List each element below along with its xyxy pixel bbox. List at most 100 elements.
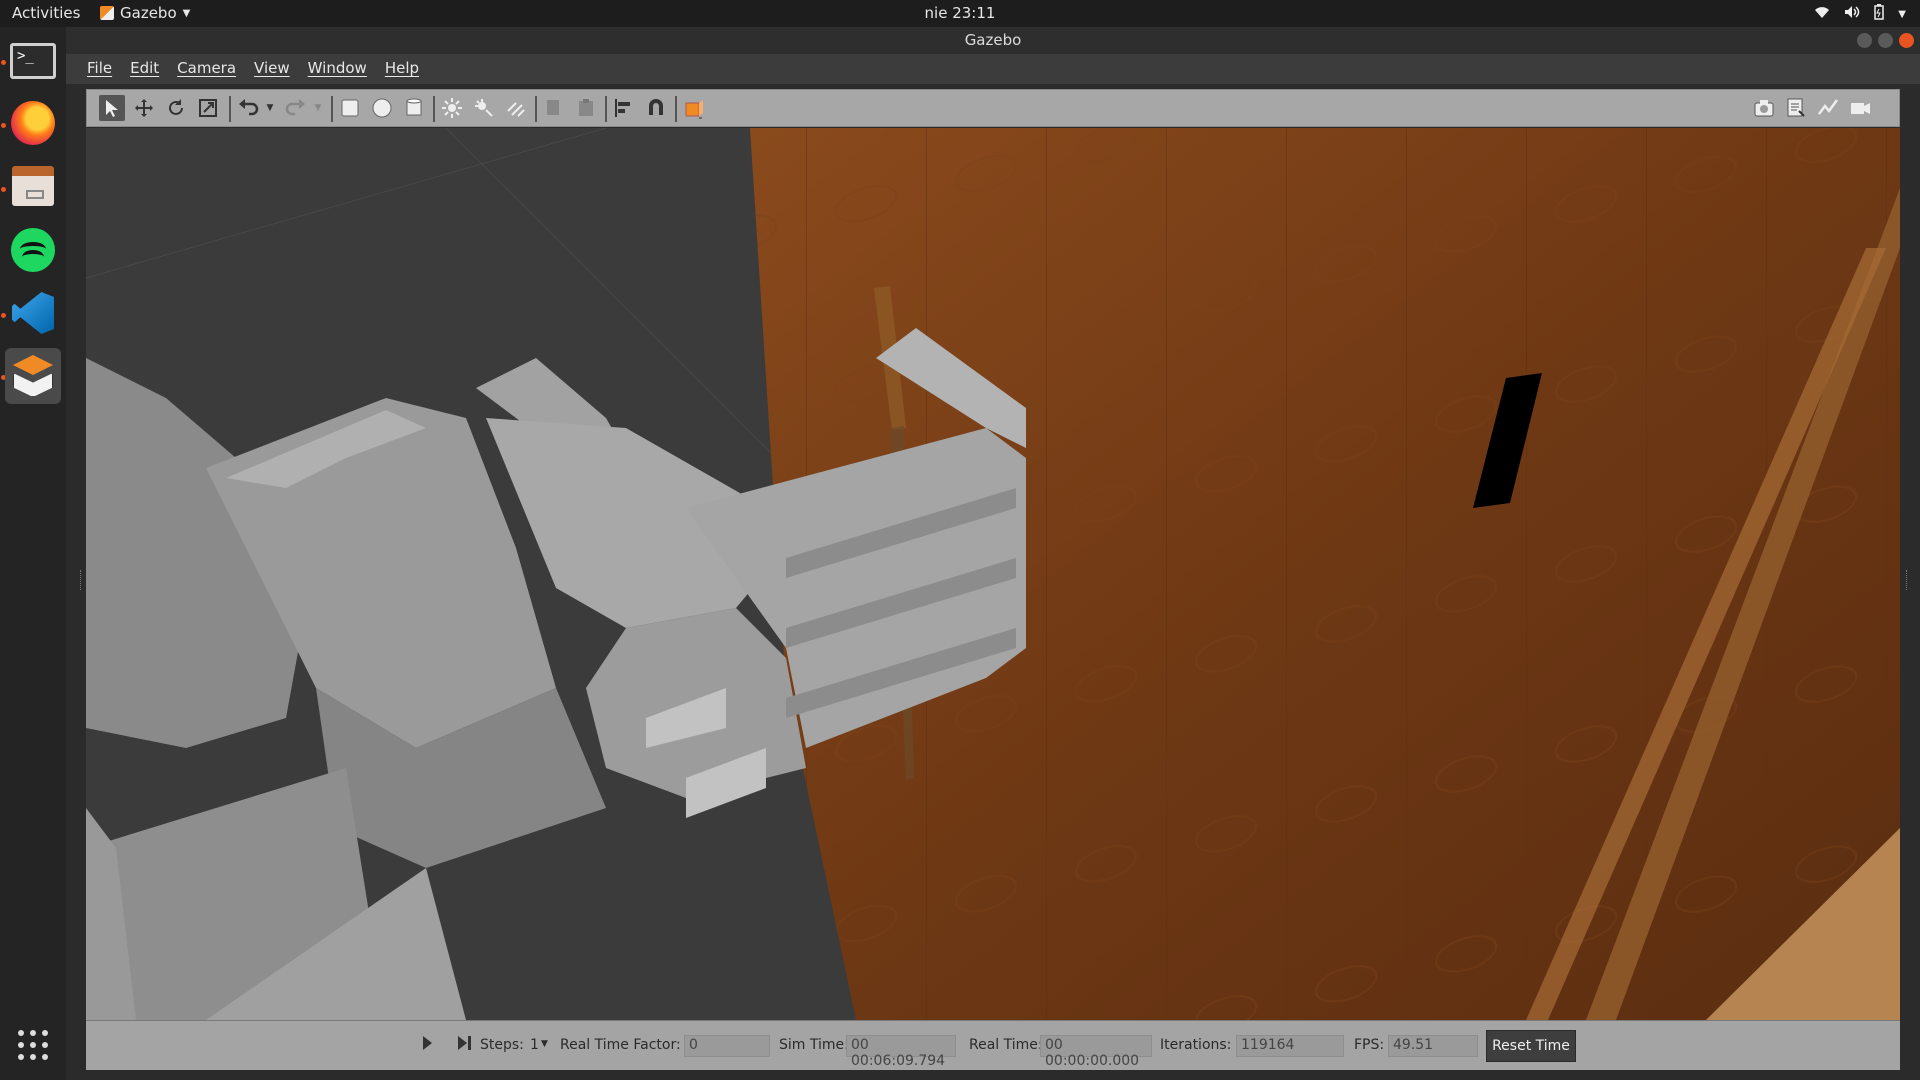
magnet-icon: [649, 99, 663, 115]
window-title: Gazebo: [964, 31, 1022, 49]
volume-icon: [1844, 5, 1860, 23]
simulation-status-bar: Steps: 1 ▼ Real Time Factor: 0 Sim Time:…: [86, 1020, 1900, 1070]
align-icon: [615, 99, 630, 117]
sim-time-label: Sim Time:: [779, 1037, 849, 1053]
menu-window[interactable]: Window: [299, 54, 376, 84]
app-menu[interactable]: Gazebo ▼: [100, 4, 190, 22]
video-camera-icon: [1851, 103, 1870, 114]
step-forward-icon: [458, 1036, 471, 1050]
plot-button[interactable]: [1815, 95, 1841, 121]
view-angle-icon: [685, 100, 703, 119]
paste-icon: [579, 99, 593, 116]
insert-sphere-button[interactable]: [369, 95, 395, 121]
arrow-cursor-icon: [106, 100, 118, 117]
redo-icon: [285, 99, 305, 116]
sphere-icon: [372, 98, 392, 118]
undo-icon: [239, 99, 259, 116]
system-top-bar: Activities Gazebo ▼ nie 23:11 ▼: [0, 0, 1920, 27]
chevron-down-icon: ▼: [266, 103, 274, 113]
dock-firefox[interactable]: [5, 95, 61, 151]
move-icon: [135, 99, 153, 117]
iterations-value: 119164: [1236, 1035, 1344, 1057]
firefox-icon: [11, 101, 55, 145]
redo-button[interactable]: [283, 95, 309, 121]
video-record-button[interactable]: [1847, 95, 1873, 121]
dock-gazebo[interactable]: [5, 348, 61, 404]
directional-light-icon: [507, 102, 525, 117]
chart-line-icon: [1818, 99, 1839, 115]
insert-cylinder-button[interactable]: [401, 95, 427, 121]
align-button[interactable]: [611, 95, 637, 121]
point-light-button[interactable]: [439, 95, 465, 121]
play-button[interactable]: [420, 1034, 434, 1056]
cylinder-icon: [406, 98, 422, 116]
iterations-label: Iterations:: [1160, 1037, 1232, 1053]
terminal-icon: >_: [10, 43, 56, 79]
gazebo-icon: [10, 353, 56, 399]
show-applications-icon[interactable]: [18, 1030, 48, 1060]
undo-history-dropdown[interactable]: ▼: [263, 95, 277, 121]
step-button[interactable]: [456, 1034, 474, 1056]
left-panel-grip[interactable]: [80, 570, 84, 590]
snap-button[interactable]: [643, 95, 669, 121]
rotate-icon: [169, 99, 183, 115]
dock-vscode[interactable]: [5, 285, 61, 341]
screenshot-button[interactable]: [1751, 95, 1777, 121]
dock-files[interactable]: [5, 158, 61, 214]
system-tray[interactable]: ▼: [1814, 4, 1906, 24]
menu-edit[interactable]: Edit: [121, 54, 168, 84]
app-menu-label: Gazebo: [120, 4, 177, 22]
chevron-down-icon: ▼: [314, 103, 322, 113]
chevron-down-icon: ▼: [1898, 8, 1906, 20]
menu-camera[interactable]: Camera: [168, 54, 245, 84]
spotify-icon: [11, 228, 55, 272]
activities-button[interactable]: Activities: [12, 4, 80, 22]
dock-terminal[interactable]: >_: [5, 33, 61, 89]
sun-icon: [442, 98, 462, 118]
right-panel-grip[interactable]: [1906, 570, 1910, 590]
real-time-factor-value: 0: [684, 1035, 770, 1057]
select-mode-button[interactable]: [99, 95, 125, 121]
paste-button[interactable]: [573, 95, 599, 121]
log-data-button[interactable]: [1783, 95, 1809, 121]
change-view-button[interactable]: [681, 95, 707, 121]
rotate-mode-button[interactable]: [163, 95, 189, 121]
maximize-button[interactable]: [1878, 33, 1893, 48]
gazebo-app-icon: [100, 6, 114, 20]
menu-help[interactable]: Help: [376, 54, 428, 84]
clock[interactable]: nie 23:11: [0, 4, 1920, 22]
translate-mode-button[interactable]: [131, 95, 157, 121]
undo-button[interactable]: [235, 95, 261, 121]
box-icon: [341, 99, 359, 117]
scale-mode-button[interactable]: [195, 95, 221, 121]
reset-time-button[interactable]: Reset Time: [1486, 1030, 1576, 1062]
menu-file[interactable]: File: [78, 54, 121, 84]
wifi-icon: [1814, 5, 1830, 23]
fps-value: 49.51: [1388, 1035, 1478, 1057]
dock-spotify[interactable]: [5, 222, 61, 278]
fps-label: FPS:: [1354, 1037, 1385, 1053]
camera-icon: [1754, 100, 1774, 117]
insert-box-button[interactable]: [337, 95, 363, 121]
real-time-factor-label: Real Time Factor:: [560, 1037, 681, 1053]
copy-button[interactable]: [541, 95, 567, 121]
steps-value[interactable]: 1: [530, 1037, 539, 1053]
menu-view[interactable]: View: [245, 54, 299, 84]
dock: >_: [0, 27, 66, 1080]
scale-icon: [199, 99, 217, 117]
menu-bar: File Edit Camera View Window Help: [66, 54, 1920, 84]
directional-light-button[interactable]: [503, 95, 529, 121]
files-icon: [12, 166, 54, 206]
close-button[interactable]: [1899, 33, 1914, 48]
spotlight-icon: [475, 99, 493, 117]
real-time-value: 00 00:00:00.000: [1040, 1035, 1152, 1069]
spot-light-button[interactable]: [471, 95, 497, 121]
vscode-icon: [12, 292, 54, 334]
toolbar: ▼ ▼: [86, 89, 1900, 127]
scene-viewport[interactable]: [86, 128, 1900, 1020]
minimize-button[interactable]: [1857, 33, 1872, 48]
play-icon: [423, 1036, 432, 1050]
chevron-down-icon[interactable]: ▼: [541, 1039, 548, 1049]
window-titlebar[interactable]: Gazebo: [66, 27, 1920, 54]
redo-history-dropdown[interactable]: ▼: [311, 95, 325, 121]
